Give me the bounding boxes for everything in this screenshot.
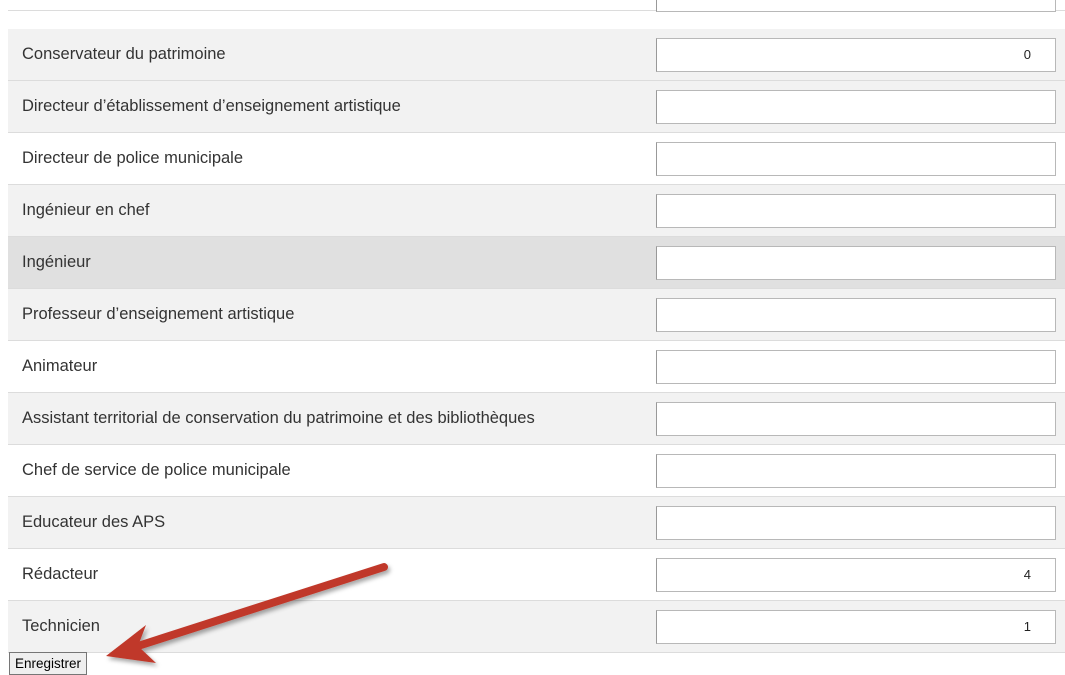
table-row: Directeur de police municipale <box>8 133 1065 185</box>
table-row-partial <box>8 0 1065 12</box>
table-row: Educateur des APS <box>8 497 1065 549</box>
grade-value-input[interactable] <box>656 557 1056 592</box>
grade-value-input[interactable] <box>656 245 1056 280</box>
table-row-hovered: Ingénieur <box>8 237 1065 289</box>
grade-value-input[interactable] <box>656 505 1056 540</box>
page: Conservateur du patrimoine Directeur d’é… <box>0 0 1065 675</box>
table-row: Conservateur du patrimoine <box>8 29 1065 81</box>
table-row: Professeur d’enseignement artistique <box>8 289 1065 341</box>
table-row: Technicien <box>8 601 1065 653</box>
table-row: Chef de service de police municipale <box>8 445 1065 497</box>
grade-value-input[interactable] <box>656 193 1056 228</box>
grade-value-input[interactable] <box>656 89 1056 124</box>
grade-value-input[interactable] <box>656 37 1056 72</box>
grade-value-input[interactable] <box>656 453 1056 488</box>
grade-value-input[interactable] <box>656 297 1056 332</box>
grade-value-input[interactable] <box>656 401 1056 436</box>
grade-value-input[interactable] <box>656 349 1056 384</box>
save-button[interactable]: Enregistrer <box>9 652 88 675</box>
table-row: Rédacteur <box>8 549 1065 601</box>
table-row: Ingénieur en chef <box>8 185 1065 237</box>
grade-value-input[interactable] <box>656 141 1056 176</box>
grade-value-input-partial[interactable] <box>656 0 1056 12</box>
grade-value-input[interactable] <box>656 609 1056 644</box>
table-row: Assistant territorial de conservation du… <box>8 393 1065 445</box>
table-rows: Conservateur du patrimoine Directeur d’é… <box>8 29 1065 653</box>
table-row: Animateur <box>8 341 1065 393</box>
table-row: Directeur d’établissement d’enseignement… <box>8 81 1065 133</box>
